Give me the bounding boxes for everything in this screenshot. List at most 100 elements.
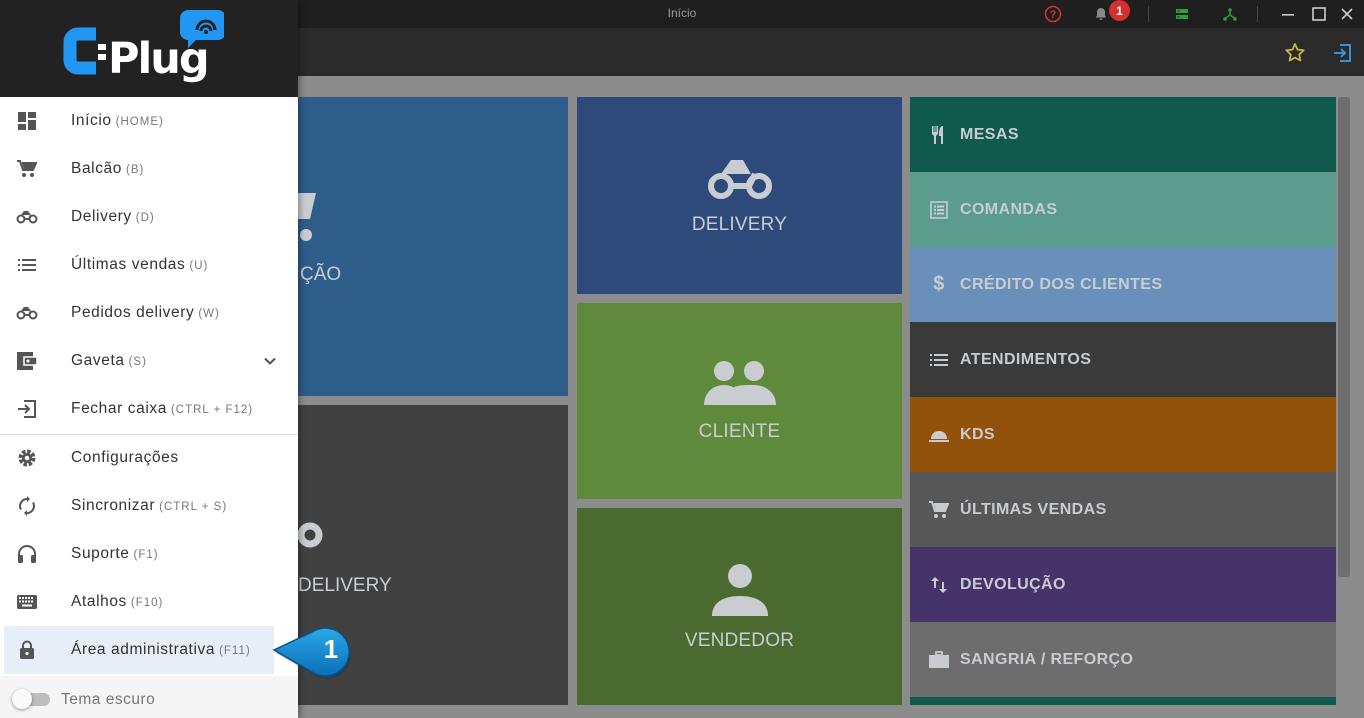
- menu-mesas[interactable]: MESAS: [910, 97, 1336, 172]
- cloche-icon: [928, 424, 950, 446]
- nav-suporte[interactable]: Suporte (F1): [0, 530, 298, 578]
- nav-fechar-caixa[interactable]: Fechar caixa (CTRL + F12): [0, 385, 298, 433]
- nav-fechar-caixa-shortcut: (CTRL + F12): [170, 404, 254, 416]
- nav-atalhos-label: Atalhos: [71, 593, 127, 610]
- notification-bell-icon[interactable]: [1091, 4, 1111, 24]
- logo-text: Plug: [108, 34, 210, 84]
- nav-delivery-label: Delivery: [71, 208, 132, 225]
- nav-ultimas-vendas[interactable]: Últimas vendas (U): [0, 241, 298, 289]
- keyboard-icon: [16, 592, 38, 612]
- scrollbar-thumb[interactable]: [1338, 97, 1350, 577]
- theme-toggle-row: Tema escuro: [0, 676, 298, 718]
- menu-devolucao-label: DEVOLUÇÃO: [960, 575, 1066, 593]
- briefcase-icon: [928, 649, 950, 671]
- menu-ultimas-vendas-label: ÚLTIMAS VENDAS: [960, 500, 1107, 518]
- menu-atendimentos[interactable]: ATENDIMENTOS: [910, 322, 1336, 397]
- nav-suporte-shortcut: (F1): [133, 549, 159, 561]
- close-icon[interactable]: [1337, 4, 1357, 24]
- cplug-logo: Plug: [60, 4, 226, 90]
- sync-icon: [16, 496, 38, 516]
- nav-sincronizar-label: Sincronizar: [71, 497, 156, 514]
- nav-pedidos-delivery-label: Pedidos delivery: [71, 304, 195, 321]
- server-icon[interactable]: [1172, 4, 1192, 24]
- nav-atalhos-shortcut: (F10): [130, 597, 164, 609]
- person-icon: [710, 562, 770, 624]
- nav-inicio-shortcut: (HOME): [115, 116, 164, 128]
- nav-balcao-label: Balcão: [71, 160, 122, 177]
- theme-toggle-label: Tema escuro: [61, 691, 156, 708]
- nav-balcao[interactable]: Balcão (B): [0, 145, 298, 193]
- menu-comandas[interactable]: COMANDAS: [910, 172, 1336, 247]
- nav-sincronizar-shortcut: (CTRL + S): [159, 501, 228, 513]
- nav-atalhos[interactable]: Atalhos (F10): [0, 578, 298, 626]
- nav-gaveta-shortcut: (S): [128, 356, 147, 368]
- sidebar-drawer: Plug Início (HOME) Balcão (B) Delivery (D) …: [0, 0, 298, 718]
- dashboard-icon: [16, 111, 38, 131]
- motorbike-icon: [705, 156, 775, 208]
- swap-vert-icon: [928, 574, 950, 596]
- tile-delivery-label: DELIVERY: [691, 213, 788, 235]
- theme-toggle-knob[interactable]: [12, 689, 32, 709]
- menu-ultimas-vendas[interactable]: ÚLTIMAS VENDAS: [910, 472, 1336, 547]
- menu-sangria-reforco-label: SANGRIA / REFORÇO: [960, 650, 1134, 668]
- motorbike-icon: [16, 303, 38, 323]
- group-icon: [702, 359, 778, 415]
- headset-icon: [16, 544, 38, 564]
- list-icon: [16, 255, 38, 275]
- menu-credito-clientes-label: CRÉDITO DOS CLIENTES: [960, 275, 1163, 293]
- nav-fechar-caixa-label: Fechar caixa: [71, 400, 167, 417]
- exit-icon[interactable]: [1331, 41, 1355, 65]
- list-icon: [928, 349, 950, 371]
- menu-next-row: [910, 697, 1336, 705]
- tile-cliente[interactable]: CLIENTE: [577, 303, 902, 499]
- list-box-icon: [928, 199, 950, 221]
- menu-atendimentos-label: ATENDIMENTOS: [960, 350, 1092, 368]
- menu-comandas-label: COMANDAS: [960, 200, 1058, 218]
- nav-ultimas-vendas-shortcut: (U): [189, 260, 209, 272]
- nav-sincronizar[interactable]: Sincronizar (CTRL + S): [0, 482, 298, 530]
- gear-icon: [16, 448, 38, 468]
- logout-icon: [16, 399, 38, 419]
- nav-delivery-shortcut: (D): [135, 212, 155, 224]
- nav-area-administrativa-shortcut: (F11): [219, 645, 251, 657]
- menu-credito-clientes[interactable]: $ CRÉDITO DOS CLIENTES: [910, 247, 1336, 322]
- nav-configuracoes[interactable]: Configurações: [0, 434, 298, 482]
- nav-area-administrativa-label: Área administrativa: [71, 641, 216, 658]
- nav-pedidos-delivery-shortcut: (W): [198, 308, 220, 320]
- nav-inicio-label: Início: [71, 112, 112, 129]
- nav-suporte-label: Suporte: [71, 545, 130, 562]
- nav-gaveta-label: Gaveta: [71, 352, 125, 369]
- nav-configuracoes-label: Configurações: [71, 449, 179, 466]
- motorbike-icon: [16, 207, 38, 227]
- fork-knife-icon: [928, 124, 950, 146]
- lock-icon: [16, 640, 38, 660]
- menu-devolucao[interactable]: DEVOLUÇÃO: [910, 547, 1336, 622]
- tile-balcao[interactable]: ÇÃO: [290, 97, 568, 396]
- step-callout-number: 1: [323, 634, 339, 664]
- cart-icon: [928, 499, 950, 521]
- nav-gaveta[interactable]: Gaveta (S): [0, 337, 298, 385]
- titlebar-divider: [1148, 6, 1149, 22]
- tile-vendedor[interactable]: VENDEDOR: [577, 508, 902, 705]
- chevron-down-icon[interactable]: [262, 353, 278, 369]
- logo-header: Plug: [0, 0, 298, 97]
- cart-icon: [16, 159, 38, 179]
- favorite-star-icon[interactable]: [1283, 41, 1307, 65]
- step-callout: 1: [270, 622, 374, 680]
- nav-area-administrativa[interactable]: Área administrativa (F11): [4, 626, 274, 674]
- menu-kds-label: KDS: [960, 425, 995, 443]
- nav-delivery[interactable]: Delivery (D): [0, 193, 298, 241]
- tile-delivery[interactable]: DELIVERY: [577, 97, 902, 294]
- nav-inicio[interactable]: Início (HOME): [0, 97, 298, 145]
- wallet-icon: [16, 351, 38, 371]
- minimize-icon[interactable]: [1278, 4, 1298, 24]
- network-icon[interactable]: [1220, 4, 1240, 24]
- nav-balcao-shortcut: (B): [126, 164, 145, 176]
- menu-kds[interactable]: KDS: [910, 397, 1336, 472]
- menu-mesas-label: MESAS: [960, 125, 1019, 143]
- nav-pedidos-delivery[interactable]: Pedidos delivery (W): [0, 289, 298, 337]
- tile-balcao-label: ÇÃO: [300, 264, 342, 285]
- menu-sangria-reforco[interactable]: SANGRIA / REFORÇO: [910, 622, 1336, 697]
- maximize-icon[interactable]: [1309, 4, 1329, 24]
- help-icon[interactable]: ?: [1043, 4, 1063, 24]
